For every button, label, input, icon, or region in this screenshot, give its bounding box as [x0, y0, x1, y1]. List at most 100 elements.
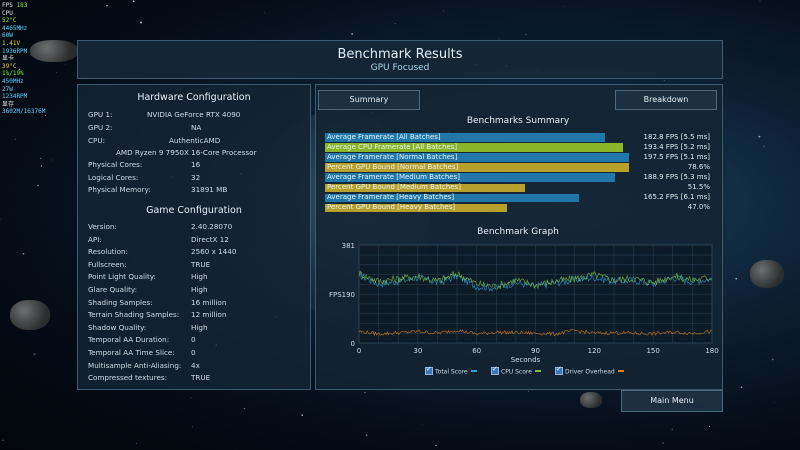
summary-bar-row: Average Framerate [Medium Batches] 188.9 … — [325, 173, 711, 182]
x-tick-label: 0 — [357, 347, 361, 355]
star — [0, 218, 1, 220]
summary-bar-value: 197.5 FPS [5.1 ms] — [643, 152, 710, 161]
driver-overhead-swatch — [617, 370, 624, 372]
star — [351, 33, 354, 35]
tab-breakdown[interactable]: Breakdown — [615, 90, 717, 110]
asteroid — [10, 300, 50, 330]
page-subtitle: GPU Focused — [370, 63, 430, 73]
overlay-lines: CPU 52°C 4465MHz 60W 1.41V 1936RPM 显卡 39°C 1%/19… — [2, 10, 45, 116]
summary-bar-row: Percent GPU Bound [Medium Batches] 51.5% — [325, 183, 711, 192]
overlay-stat: 1.41V — [2, 39, 21, 47]
summary-bar-label: Average Framerate [All Batches] — [327, 132, 441, 141]
star — [243, 407, 245, 410]
overlay-stat: 显存 — [2, 100, 15, 108]
summary-bar-value: 193.4 FPS [5.2 ms] — [643, 142, 710, 151]
overlay-stat: 显卡 — [2, 55, 15, 63]
overlay-stat: 1234RPM — [2, 93, 28, 101]
x-tick-label: 120 — [588, 347, 601, 355]
summary-bar-row: Average Framerate [Heavy Batches] 165.2 F… — [325, 193, 711, 203]
star — [40, 165, 42, 167]
star — [50, 159, 52, 161]
star — [264, 12, 265, 13]
x-tick-label: 180 — [705, 347, 718, 355]
star — [771, 358, 774, 361]
star — [763, 145, 765, 147]
driver-overhead-checkbox[interactable]: ✓ — [555, 365, 563, 375]
star — [525, 33, 527, 36]
star — [759, 0, 761, 2]
star — [671, 428, 673, 430]
overlay-stat: 27W — [2, 85, 13, 93]
summary-bar-value: 165.2 FPS [6.1 ms] — [643, 193, 710, 202]
y-tick-label: 190 — [342, 291, 355, 299]
fps-line: FPS 183 — [2, 2, 28, 9]
cpu-score-checkbox[interactable]: ✓ — [491, 365, 499, 375]
summary-bar-label: Percent GPU Bound [Medium Batches] — [327, 183, 461, 191]
star — [22, 252, 25, 255]
results-header: Benchmark Results GPU Focused — [77, 40, 723, 79]
x-tick-label: 60 — [472, 347, 481, 355]
star — [61, 396, 62, 397]
star — [37, 184, 39, 187]
x-tick-label: 90 — [531, 347, 540, 355]
summary-bar-row: Percent GPU Bound [Heavy Batches] 47.0% — [325, 203, 711, 213]
star — [443, 10, 445, 12]
star — [422, 424, 423, 425]
star — [301, 414, 304, 416]
overlay-stat: 1%/19% — [2, 70, 24, 78]
x-axis-label: Seconds — [511, 356, 541, 364]
game-section-title: Game Configuration — [146, 205, 242, 216]
y-tick-label: 0 — [351, 340, 355, 348]
star — [56, 72, 57, 73]
legend-cpu-score[interactable]: ✓ CPU Score — [491, 365, 541, 376]
summary-bar-value: 47.0% — [687, 203, 710, 212]
summary-bar-row: Percent GPU Bound [Normal Batches] 78.6% — [325, 163, 711, 172]
x-tick-label: 30 — [413, 347, 422, 355]
summary-bar-value: 51.5% — [687, 183, 710, 191]
legend-driver-overhead[interactable]: ✓ Driver Overhead — [555, 365, 624, 376]
summary-bar-label: Average Framerate [Heavy Batches] — [327, 193, 455, 202]
star — [740, 386, 743, 389]
star — [40, 157, 42, 159]
summary-bar-value: 78.6% — [687, 162, 710, 171]
star — [33, 353, 36, 356]
main-menu-button[interactable]: Main Menu — [621, 390, 723, 412]
star — [735, 277, 738, 280]
hardware-section-title: Hardware Configuration — [137, 92, 251, 103]
summary-bar-label: Average CPU Framerate [All Batches] — [327, 142, 458, 151]
star — [435, 444, 437, 447]
asteroid — [580, 392, 602, 408]
star — [132, 0, 135, 3]
star — [563, 6, 564, 7]
star — [663, 79, 665, 81]
overlay-stat: 450MHz — [2, 77, 24, 85]
overlay-stat: 60W — [2, 32, 13, 40]
overlay-stat: 39°C — [2, 62, 17, 70]
star — [65, 64, 66, 66]
summary-bar-row: Average Framerate [All Batches] 182.8 FPS… — [325, 133, 711, 142]
asteroid — [750, 260, 784, 288]
star — [14, 138, 17, 141]
star — [774, 401, 775, 403]
summary-bar-value: 182.8 FPS [5.5 ms] — [643, 132, 710, 141]
summary-bar-value: 188.9 FPS [5.3 ms] — [643, 172, 710, 181]
benchmark-graph: 381 190 0 FPS 0 30 60 90 120 150 180 Seconds — [329, 242, 719, 364]
star — [2, 439, 4, 441]
star — [192, 426, 193, 428]
overlay-stat: CPU — [2, 9, 13, 17]
star — [708, 426, 711, 428]
cpu-score-swatch — [534, 370, 541, 372]
legend-total-score[interactable]: ✓ Total Score — [425, 365, 477, 376]
star — [190, 397, 192, 399]
total-score-checkbox[interactable]: ✓ — [425, 365, 433, 375]
summary-bar-label: Average Framerate [Normal Batches] — [327, 152, 458, 161]
star — [135, 442, 137, 445]
configuration-panel: Hardware Configuration GPU 1: NVIDIA GeF… — [77, 84, 311, 390]
tab-summary[interactable]: Summary — [318, 90, 420, 110]
y-axis-label: FPS — [329, 291, 342, 299]
summary-title: Benchmarks Summary — [466, 116, 570, 126]
overlay-stat: 4465MHz — [2, 24, 28, 32]
star — [527, 390, 529, 392]
star — [662, 442, 664, 444]
star — [365, 434, 368, 437]
